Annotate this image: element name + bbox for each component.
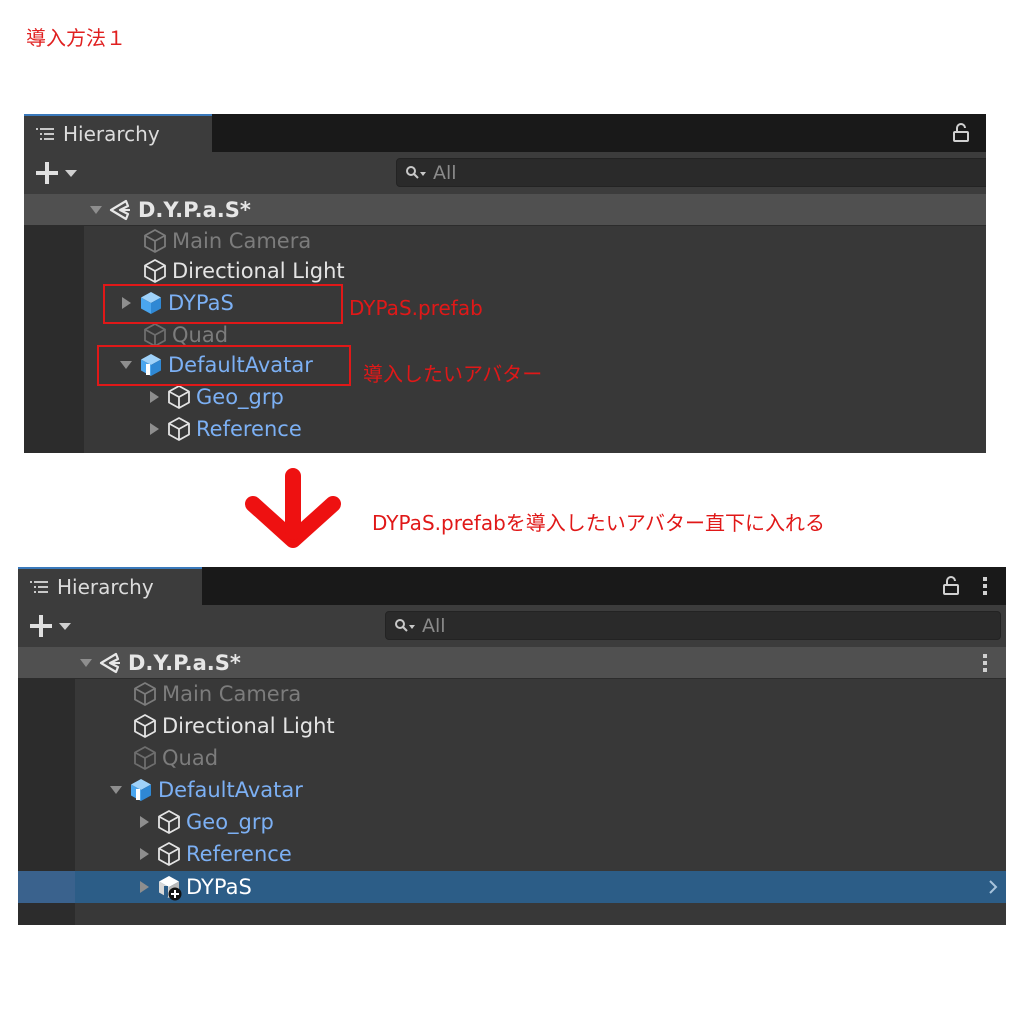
tab-hierarchy[interactable]: Hierarchy <box>24 114 212 152</box>
tree-row-geo-grp[interactable]: Geo_grp <box>18 807 1006 837</box>
tab-bar: Hierarchy <box>24 114 986 152</box>
tree-row-reference[interactable]: Reference <box>18 839 1006 869</box>
tree-row-main-camera[interactable]: Main Camera <box>18 679 1006 709</box>
item-label: Quad <box>162 746 219 770</box>
item-label: Geo_grp <box>186 810 274 834</box>
hierarchy-tree: Main Camera Directional Light Quad Defau… <box>18 679 1006 925</box>
tab-title: Hierarchy <box>57 575 154 599</box>
expand-arrow-icon[interactable] <box>76 648 96 678</box>
gameobject-cube-icon <box>144 259 166 283</box>
model-prefab-icon <box>131 779 151 801</box>
item-label: Main Camera <box>162 682 302 706</box>
gameobject-cube-icon <box>158 810 180 834</box>
hierarchy-list-icon <box>36 128 54 140</box>
dropdown-triangle-icon <box>59 623 71 630</box>
search-icon <box>395 618 415 632</box>
callout-label-defaultavatar: 導入したいアバター <box>363 362 543 386</box>
collapsed-arrow-icon[interactable] <box>134 807 154 837</box>
callout-label-dypas: DYPaS.prefab <box>349 296 483 320</box>
scene-menu-icon[interactable] <box>982 652 988 674</box>
item-label: DYPaS <box>186 875 252 899</box>
search-field[interactable]: All <box>385 611 1001 640</box>
gameobject-cube-icon <box>134 682 156 706</box>
tab-bar: Hierarchy <box>18 567 1006 605</box>
hierarchy-toolbar: All <box>18 605 1006 647</box>
expand-arrow-icon[interactable] <box>106 775 126 805</box>
scene-name: D.Y.P.a.S* <box>128 651 241 675</box>
down-arrow-icon <box>245 468 341 548</box>
item-label: Reference <box>186 842 292 866</box>
plus-icon <box>30 615 52 637</box>
gameobject-cube-icon <box>168 417 190 441</box>
item-label: Directional Light <box>172 259 345 283</box>
item-label: Geo_grp <box>196 385 284 409</box>
prefab-add-icon <box>159 876 182 901</box>
plus-icon <box>36 162 58 184</box>
tab-hierarchy[interactable]: Hierarchy <box>18 567 202 605</box>
gameobject-cube-icon <box>158 842 180 866</box>
callout-box-defaultavatar <box>97 345 351 386</box>
lock-icon[interactable] <box>952 122 970 144</box>
gameobject-cube-icon <box>168 385 190 409</box>
unity-scene-icon <box>109 199 130 221</box>
tree-row-defaultavatar[interactable]: DefaultAvatar <box>18 775 1006 805</box>
tree-row-dypas-selected[interactable]: DYPaS <box>18 871 1006 903</box>
page-title: 導入方法１ <box>26 26 126 50</box>
gameobject-cube-icon <box>134 714 156 738</box>
tree-row-quad[interactable]: Quad <box>18 743 1006 773</box>
tree-row-main-camera[interactable]: Main Camera <box>24 226 986 256</box>
callout-box-dypas <box>103 284 343 324</box>
collapsed-arrow-icon[interactable] <box>144 382 164 412</box>
kebab-menu-icon[interactable] <box>982 575 988 597</box>
collapsed-arrow-icon[interactable] <box>144 414 164 444</box>
create-dropdown-button[interactable] <box>28 611 82 641</box>
collapsed-arrow-icon[interactable] <box>134 839 154 869</box>
item-label: Quad <box>172 323 229 347</box>
hierarchy-list-icon <box>30 581 48 593</box>
scene-row[interactable]: D.Y.P.a.S* <box>18 647 1006 679</box>
scene-name: D.Y.P.a.S* <box>138 198 251 222</box>
search-placeholder: All <box>422 614 446 637</box>
item-label: Main Camera <box>172 229 312 253</box>
chevron-right-icon[interactable] <box>986 874 1000 900</box>
tab-title: Hierarchy <box>63 122 160 146</box>
tree-row-directional-light[interactable]: Directional Light <box>18 711 1006 741</box>
instruction-text: DYPaS.prefabを導入したいアバター直下に入れる <box>372 511 825 535</box>
expand-arrow-icon[interactable] <box>86 195 106 225</box>
search-placeholder: All <box>433 161 457 184</box>
dropdown-triangle-icon <box>65 170 77 177</box>
tree-row-reference[interactable]: Reference <box>24 414 986 444</box>
tree-row-directional-light[interactable]: Directional Light <box>24 256 986 286</box>
item-label: Directional Light <box>162 714 335 738</box>
unity-scene-icon <box>99 652 120 674</box>
gameobject-cube-icon <box>134 746 156 770</box>
gameobject-cube-icon <box>144 229 166 253</box>
hierarchy-toolbar: All <box>24 152 986 194</box>
item-label: DefaultAvatar <box>158 778 303 802</box>
scene-row[interactable]: D.Y.P.a.S* <box>24 194 986 226</box>
create-dropdown-button[interactable] <box>34 158 88 188</box>
selection-gutter <box>18 871 75 903</box>
hierarchy-panel-after: Hierarchy All D.Y.P.a.S* Main Camera Dir… <box>18 567 1006 925</box>
item-label: Reference <box>196 417 302 441</box>
lock-icon[interactable] <box>942 575 960 597</box>
hierarchy-tree: Main Camera Directional Light DYPaS Quad… <box>24 226 986 453</box>
search-icon <box>406 165 426 179</box>
search-field[interactable]: All <box>396 158 986 187</box>
collapsed-arrow-icon[interactable] <box>134 872 154 902</box>
